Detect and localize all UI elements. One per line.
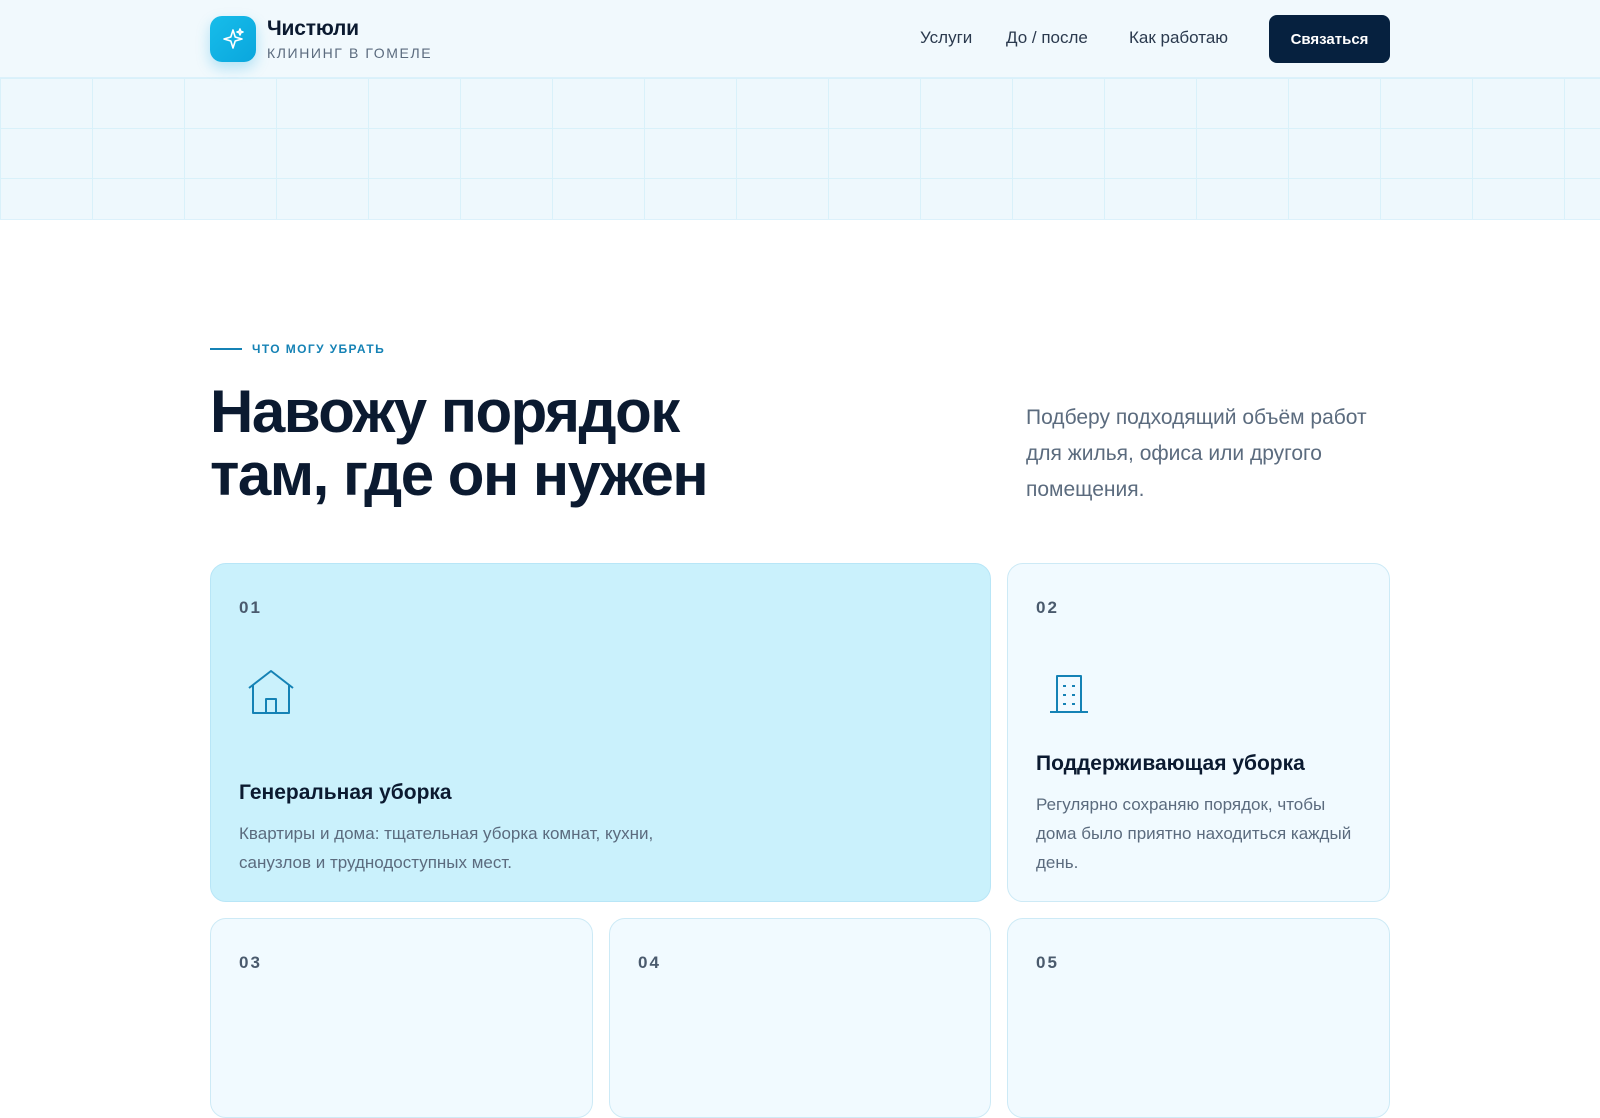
section-lead: Подберу подходящий объём работ для жилья… (1026, 406, 1367, 501)
site-header: Чистюли КЛИНИНГ В ГОМЕЛЕ Услуги До / пос… (0, 0, 1600, 78)
card-number: 02 (1036, 598, 1059, 617)
service-card-3[interactable]: 03 (210, 918, 593, 1118)
eyebrow-divider (210, 348, 242, 350)
contact-button[interactable]: Связаться (1269, 15, 1390, 63)
card-number: 01 (239, 598, 262, 617)
card-title: Поддерживающая уборка (1036, 752, 1305, 775)
building-icon (1050, 675, 1088, 713)
card-title: Генеральная уборка (239, 781, 452, 804)
service-card-4[interactable]: 04 (609, 918, 991, 1118)
headline-line-2: там, где он нужен (210, 441, 709, 508)
brand-subtitle: КЛИНИНГ В ГОМЕЛЕ (267, 45, 433, 61)
house-icon (248, 670, 294, 714)
nav-services[interactable]: Услуги (920, 28, 972, 48)
headline-line-1: Навожу порядок (210, 378, 680, 445)
card-number: 04 (638, 953, 661, 972)
section-eyebrow: ЧТО МОГУ УБРАТЬ (252, 342, 386, 356)
service-card-general[interactable]: 01 Генеральная уборка Квартиры и дома: т… (210, 563, 991, 902)
logo[interactable] (210, 16, 256, 62)
card-number: 03 (239, 953, 262, 972)
card-description: Квартиры и дома: тщательная уборка комна… (239, 824, 654, 872)
service-card-5[interactable]: 05 (1007, 918, 1390, 1118)
nav-before-after[interactable]: До / после (1006, 28, 1088, 48)
brand-name[interactable]: Чистюли (267, 17, 359, 41)
card-number: 05 (1036, 953, 1059, 972)
section-headline: Навожу порядок там, где он нужен (210, 380, 770, 506)
card-description: Регулярно сохраняю порядок, чтобы дома б… (1036, 795, 1352, 872)
service-card-maintenance[interactable]: 02 Поддерживающая уборка Регулярно сохра… (1007, 563, 1390, 902)
hero-grid-background (0, 78, 1600, 220)
sparkle-icon (223, 28, 244, 49)
nav-how-i-work[interactable]: Как работаю (1129, 28, 1228, 48)
